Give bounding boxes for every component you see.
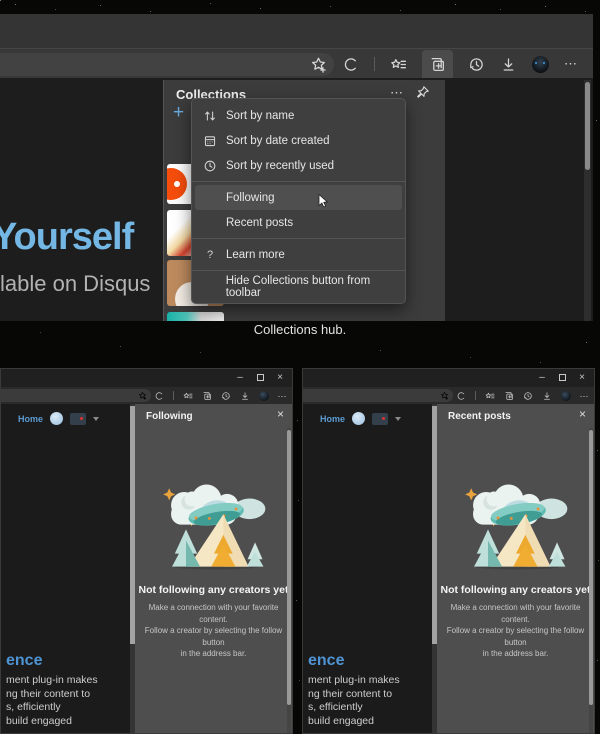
browser-window-main: ⋯ Yourself lable on Disqus Collections ⋯… bbox=[0, 14, 593, 321]
toolbar-divider bbox=[374, 57, 375, 71]
page-text-fragment: ment plug-in makes ng their content to s… bbox=[308, 674, 400, 728]
settings-more-icon[interactable]: ⋯ bbox=[564, 59, 578, 69]
download-icon[interactable] bbox=[240, 391, 250, 401]
new-collection-button[interactable]: + bbox=[173, 103, 184, 122]
collections-icon[interactable] bbox=[202, 391, 212, 401]
menu-item-sort-by-recent[interactable]: Sort by recently used bbox=[192, 153, 405, 178]
address-bar[interactable] bbox=[0, 53, 334, 76]
pin-icon[interactable] bbox=[415, 85, 430, 100]
page-content: Home ence ment plug-in makes ng their co… bbox=[1, 404, 130, 733]
history-icon[interactable] bbox=[221, 391, 231, 401]
panel-scrollbar[interactable] bbox=[589, 428, 593, 733]
menu-item-sort-by-name[interactable]: Sort by name bbox=[192, 103, 405, 128]
add-favorite-icon[interactable] bbox=[310, 56, 327, 73]
collections-panel: Collections ⋯ + Sort by name Sort by dat… bbox=[163, 80, 445, 321]
address-bar[interactable] bbox=[1, 389, 151, 402]
figure-caption: Collections hub. bbox=[0, 322, 600, 337]
panel-title: Recent posts bbox=[448, 411, 511, 422]
minimize-icon[interactable]: – bbox=[534, 369, 550, 387]
close-icon[interactable]: × bbox=[272, 369, 288, 387]
toolbar-divider bbox=[475, 391, 476, 400]
browser-toolbar: ⋯ bbox=[0, 48, 593, 78]
site-thumbnail[interactable] bbox=[372, 413, 388, 425]
minimize-icon[interactable]: – bbox=[232, 369, 248, 387]
add-favorite-icon bbox=[138, 391, 147, 400]
download-icon[interactable] bbox=[500, 56, 517, 73]
settings-more-icon[interactable]: ⋯ bbox=[278, 393, 288, 399]
address-bar[interactable] bbox=[303, 389, 453, 402]
menu-item-recent-posts[interactable]: Recent posts bbox=[192, 210, 405, 235]
empty-state-description: Make a connection with your favorite con… bbox=[135, 602, 292, 660]
browser-window-recent-posts: – × ⋯ Home bbox=[302, 368, 595, 734]
chevron-down-icon[interactable] bbox=[93, 417, 99, 421]
window-title-bar: – × bbox=[303, 369, 594, 387]
empty-state-title: Not following any creators yet bbox=[135, 584, 292, 596]
chevron-down-icon[interactable] bbox=[395, 417, 401, 421]
page-scrollbar[interactable] bbox=[584, 80, 591, 321]
page-heading-fragment: ence bbox=[308, 652, 344, 670]
maximize-icon[interactable] bbox=[252, 369, 268, 387]
collections-context-menu: Sort by name Sort by date created Sort b… bbox=[191, 98, 406, 304]
collections-icon[interactable] bbox=[504, 391, 514, 401]
site-avatar[interactable] bbox=[352, 412, 365, 425]
following-panel: Following × bbox=[135, 404, 292, 733]
collection-thumbnail[interactable] bbox=[167, 312, 224, 321]
site-thumbnail[interactable] bbox=[70, 413, 86, 425]
empty-state-illustration bbox=[460, 464, 572, 581]
toolbar-divider bbox=[173, 391, 174, 400]
extension-icon[interactable] bbox=[154, 391, 164, 401]
close-icon[interactable]: × bbox=[579, 407, 586, 421]
page-content: Home ence ment plug-in makes ng their co… bbox=[303, 404, 432, 733]
close-icon[interactable]: × bbox=[574, 369, 590, 387]
favorites-icon[interactable] bbox=[485, 391, 495, 401]
profile-avatar[interactable] bbox=[259, 391, 269, 401]
home-link[interactable]: Home bbox=[18, 414, 43, 424]
site-avatar[interactable] bbox=[50, 412, 63, 425]
page-text-fragment: ment plug-in makes ng their content to s… bbox=[6, 674, 98, 728]
panel-scrollbar[interactable] bbox=[287, 428, 291, 733]
favorites-icon[interactable] bbox=[183, 391, 193, 401]
tab-strip[interactable] bbox=[0, 14, 593, 48]
menu-item-learn-more[interactable]: ? Learn more bbox=[192, 242, 405, 267]
empty-state-title: Not following any creators yet bbox=[437, 584, 594, 596]
add-favorite-icon bbox=[440, 391, 449, 400]
calendar-icon bbox=[202, 133, 218, 149]
screenshot-stage: ⋯ Yourself lable on Disqus Collections ⋯… bbox=[0, 0, 600, 734]
history-icon[interactable] bbox=[523, 391, 533, 401]
close-icon[interactable]: × bbox=[277, 407, 284, 421]
clock-icon bbox=[202, 158, 218, 174]
empty-state-illustration bbox=[158, 464, 270, 581]
menu-divider bbox=[192, 238, 405, 239]
settings-more-icon[interactable]: ⋯ bbox=[580, 393, 590, 399]
empty-state-description: Make a connection with your favorite con… bbox=[437, 602, 594, 660]
page-heading-fragment: ence bbox=[6, 652, 42, 670]
menu-item-sort-by-date[interactable]: Sort by date created bbox=[192, 128, 405, 153]
menu-divider bbox=[192, 270, 405, 271]
home-link[interactable]: Home bbox=[320, 414, 345, 424]
favorites-icon[interactable] bbox=[390, 56, 407, 73]
maximize-icon[interactable] bbox=[554, 369, 570, 387]
extension-icon[interactable] bbox=[456, 391, 466, 401]
profile-avatar[interactable] bbox=[561, 391, 571, 401]
recent-posts-panel: Recent posts × bbox=[437, 404, 594, 733]
menu-item-hide-collections[interactable]: Hide Collections button from toolbar bbox=[192, 274, 405, 299]
mouse-cursor bbox=[318, 194, 330, 213]
collections-button[interactable] bbox=[422, 50, 453, 81]
browser-window-following: – × ⋯ Home bbox=[0, 368, 293, 734]
history-icon[interactable] bbox=[468, 56, 485, 73]
download-icon[interactable] bbox=[542, 391, 552, 401]
menu-item-following[interactable]: Following bbox=[195, 185, 402, 210]
page-headline: Yourself bbox=[0, 216, 133, 259]
extension-icon[interactable] bbox=[342, 56, 359, 73]
window-title-bar: – × bbox=[1, 369, 292, 387]
profile-avatar[interactable] bbox=[532, 56, 549, 73]
page-subheadline: lable on Disqus bbox=[0, 271, 150, 297]
browser-toolbar: ⋯ bbox=[303, 387, 594, 404]
menu-divider bbox=[192, 181, 405, 182]
question-icon: ? bbox=[202, 247, 218, 263]
browser-toolbar: ⋯ bbox=[1, 387, 292, 404]
panel-title: Following bbox=[146, 411, 193, 422]
sort-arrows-icon bbox=[202, 108, 218, 124]
